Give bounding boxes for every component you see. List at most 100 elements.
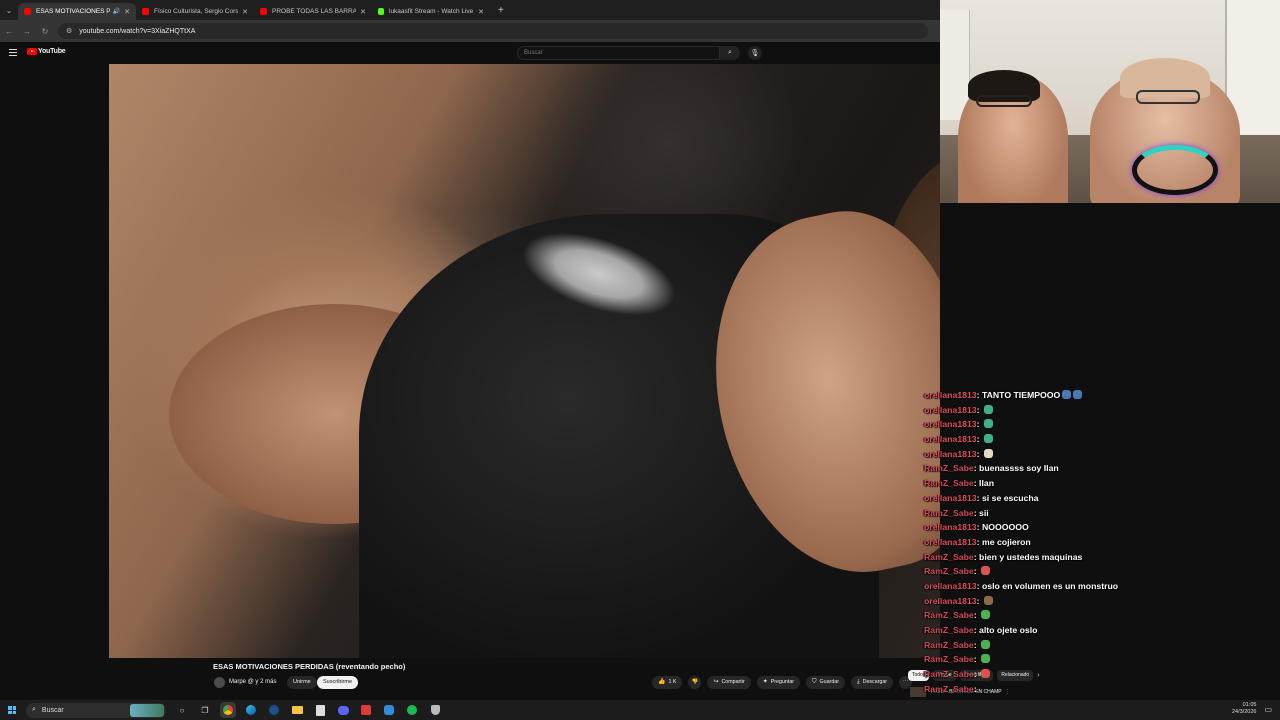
chat-username[interactable]: RamZ_Sabe <box>924 478 974 488</box>
chat-username[interactable]: orellana1813 <box>924 419 977 429</box>
tab-search-menu-icon[interactable]: ⌄ <box>0 0 18 20</box>
emote-icon <box>981 639 991 649</box>
chat-text: buenassss soy Ilan <box>979 463 1059 474</box>
back-arrow-icon[interactable]: ← <box>0 27 18 36</box>
taskbar-search[interactable]: ⌕ Buscar <box>26 702 166 718</box>
forward-arrow-icon[interactable]: → <box>18 27 36 36</box>
headset-icon <box>1132 145 1218 195</box>
chat-username[interactable]: orellana1813 <box>924 522 977 532</box>
epic-games-icon[interactable] <box>312 702 328 718</box>
chat-username[interactable]: orellana1813 <box>924 596 977 606</box>
chat-username[interactable]: RamZ_Sabe <box>924 640 974 650</box>
chat-separator: : <box>973 610 980 621</box>
stream-chat: orellana1813: TANTO TIEMPOOO orellana1813… <box>924 390 1224 713</box>
taskbar-search-label: Buscar <box>41 706 64 714</box>
chat-text: alto ojete oslo <box>979 625 1038 635</box>
close-tab-icon[interactable]: ✕ <box>360 8 366 16</box>
close-tab-icon[interactable]: ✕ <box>242 8 248 16</box>
url-field[interactable]: ⚙ youtube.com/watch?v=3XiaZHQTtXA <box>58 23 928 39</box>
chat-username[interactable]: RamZ_Sabe <box>924 684 974 694</box>
chat-username[interactable]: RamZ_Sabe <box>924 552 974 562</box>
emote-icon <box>981 610 991 620</box>
chat-username[interactable]: RamZ_Sabe <box>924 610 974 620</box>
task-view-icon[interactable]: ❐ <box>197 702 213 718</box>
steam-icon[interactable] <box>266 702 282 718</box>
app-blue-icon[interactable] <box>381 702 397 718</box>
close-tab-icon[interactable]: ✕ <box>124 8 130 16</box>
chat-text: si se escucha <box>981 492 1039 503</box>
save-button[interactable]: ⛉ Guardar <box>806 676 845 689</box>
channel-avatar[interactable] <box>214 677 225 688</box>
join-button[interactable]: Unirme <box>287 676 317 689</box>
tab-3[interactable]: lukaasfit Stream - Watch Live ✕ <box>372 3 490 20</box>
windows-start-icon[interactable] <box>0 706 24 714</box>
clock[interactable]: 01:05 24/3/2026 <box>1232 702 1256 716</box>
channel-name[interactable]: Marpe @ y 2 más <box>229 679 276 685</box>
discord-icon[interactable] <box>335 702 351 718</box>
chat-username[interactable]: orellana1813 <box>924 537 977 547</box>
notification-icon[interactable]: ▭ <box>1264 705 1272 714</box>
chat-separator: : <box>973 639 980 650</box>
chat-message: RamZ_Sabe: <box>924 639 1224 655</box>
emote-icon <box>983 595 993 605</box>
screen: ⌄ ESAS MOTIVACIONES PERDI 🔊 ✕ Físico Cul… <box>0 0 1280 720</box>
search-highlight-icon[interactable] <box>130 703 164 717</box>
search-input[interactable]: Buscar <box>517 46 720 60</box>
tab-2[interactable]: PROBÉ TODAS LAS BARRAS PR ✕ <box>254 3 372 20</box>
tab-0[interactable]: ESAS MOTIVACIONES PERDI 🔊 ✕ <box>18 3 136 20</box>
chat-username[interactable]: RamZ_Sabe <box>924 566 974 576</box>
emote-icon <box>1073 390 1083 399</box>
ask-button[interactable]: ✦ Preguntar <box>756 676 801 689</box>
chat-separator: : <box>973 654 980 665</box>
chrome-icon[interactable] <box>220 702 236 718</box>
subscribe-button[interactable]: Suscribirme <box>317 676 359 689</box>
emote-icon <box>1062 390 1072 399</box>
reload-icon[interactable]: ↻ <box>36 27 54 36</box>
chat-message: orellana1813: NOOOOOO <box>924 522 1224 537</box>
chat-username[interactable]: orellana1813 <box>924 581 977 591</box>
speaker-icon[interactable]: 🔊 <box>113 8 120 15</box>
close-tab-icon[interactable]: ✕ <box>478 8 484 16</box>
chat-username[interactable]: orellana1813 <box>924 493 977 503</box>
chat-username[interactable]: RamZ_Sabe <box>924 669 974 679</box>
search-icon: ⌕ <box>728 49 732 56</box>
video-title: ESAS MOTIVACIONES PERDIDAS (reventando p… <box>213 662 406 671</box>
cortana-icon[interactable]: ○ <box>174 702 190 718</box>
dislike-button[interactable]: 👎 <box>688 676 702 689</box>
chat-username[interactable]: orellana1813 <box>924 405 977 415</box>
chat-text: NOOOOOO <box>981 522 1029 533</box>
browser-tabbar: ⌄ ESAS MOTIVACIONES PERDI 🔊 ✕ Físico Cul… <box>0 0 940 20</box>
edge-icon[interactable] <box>243 702 259 718</box>
spotify-icon[interactable] <box>404 702 420 718</box>
chat-message: RamZ_Sabe: alto ojete oslo <box>924 625 1224 640</box>
site-info-icon[interactable]: ⚙ <box>66 27 72 35</box>
share-button[interactable]: ↪ Compartir <box>707 676 751 689</box>
microphone-button[interactable]: 🎙 <box>748 46 762 60</box>
chat-username[interactable]: RamZ_Sabe <box>924 654 974 664</box>
thumbs-down-icon: 👎 <box>691 679 699 685</box>
chat-separator: : <box>976 419 982 430</box>
search-button[interactable]: ⌕ <box>720 46 740 60</box>
capcut-icon[interactable] <box>358 702 374 718</box>
new-tab-button[interactable]: + <box>498 5 504 16</box>
chat-username[interactable]: RamZ_Sabe <box>924 625 974 635</box>
youtube-icon <box>24 8 31 15</box>
chat-username[interactable]: RamZ_Sabe <box>924 463 974 473</box>
like-button[interactable]: 👍 1 K <box>652 676 683 689</box>
shield-icon[interactable] <box>427 702 443 718</box>
chat-username[interactable]: orellana1813 <box>924 390 977 400</box>
youtube-logo[interactable]: YouTube <box>27 48 66 55</box>
sparkle-icon: ✦ <box>762 679 768 685</box>
file-explorer-icon[interactable] <box>289 702 305 718</box>
chat-message: orellana1813: <box>924 404 1224 420</box>
video-player[interactable] <box>109 64 940 658</box>
hamburger-menu-icon[interactable] <box>9 49 17 56</box>
glasses-icon <box>976 95 1032 107</box>
tab-1[interactable]: Físico Culturista, Sergio Corso ✕ <box>136 3 254 20</box>
chat-username[interactable]: RamZ_Sabe <box>924 508 974 518</box>
chat-username[interactable]: orellana1813 <box>924 449 977 459</box>
chat-username[interactable]: orellana1813 <box>924 434 977 444</box>
download-button[interactable]: ⤓ Descargar <box>850 676 894 689</box>
chat-text: me cojieron <box>981 536 1031 547</box>
emote-icon <box>983 434 993 444</box>
